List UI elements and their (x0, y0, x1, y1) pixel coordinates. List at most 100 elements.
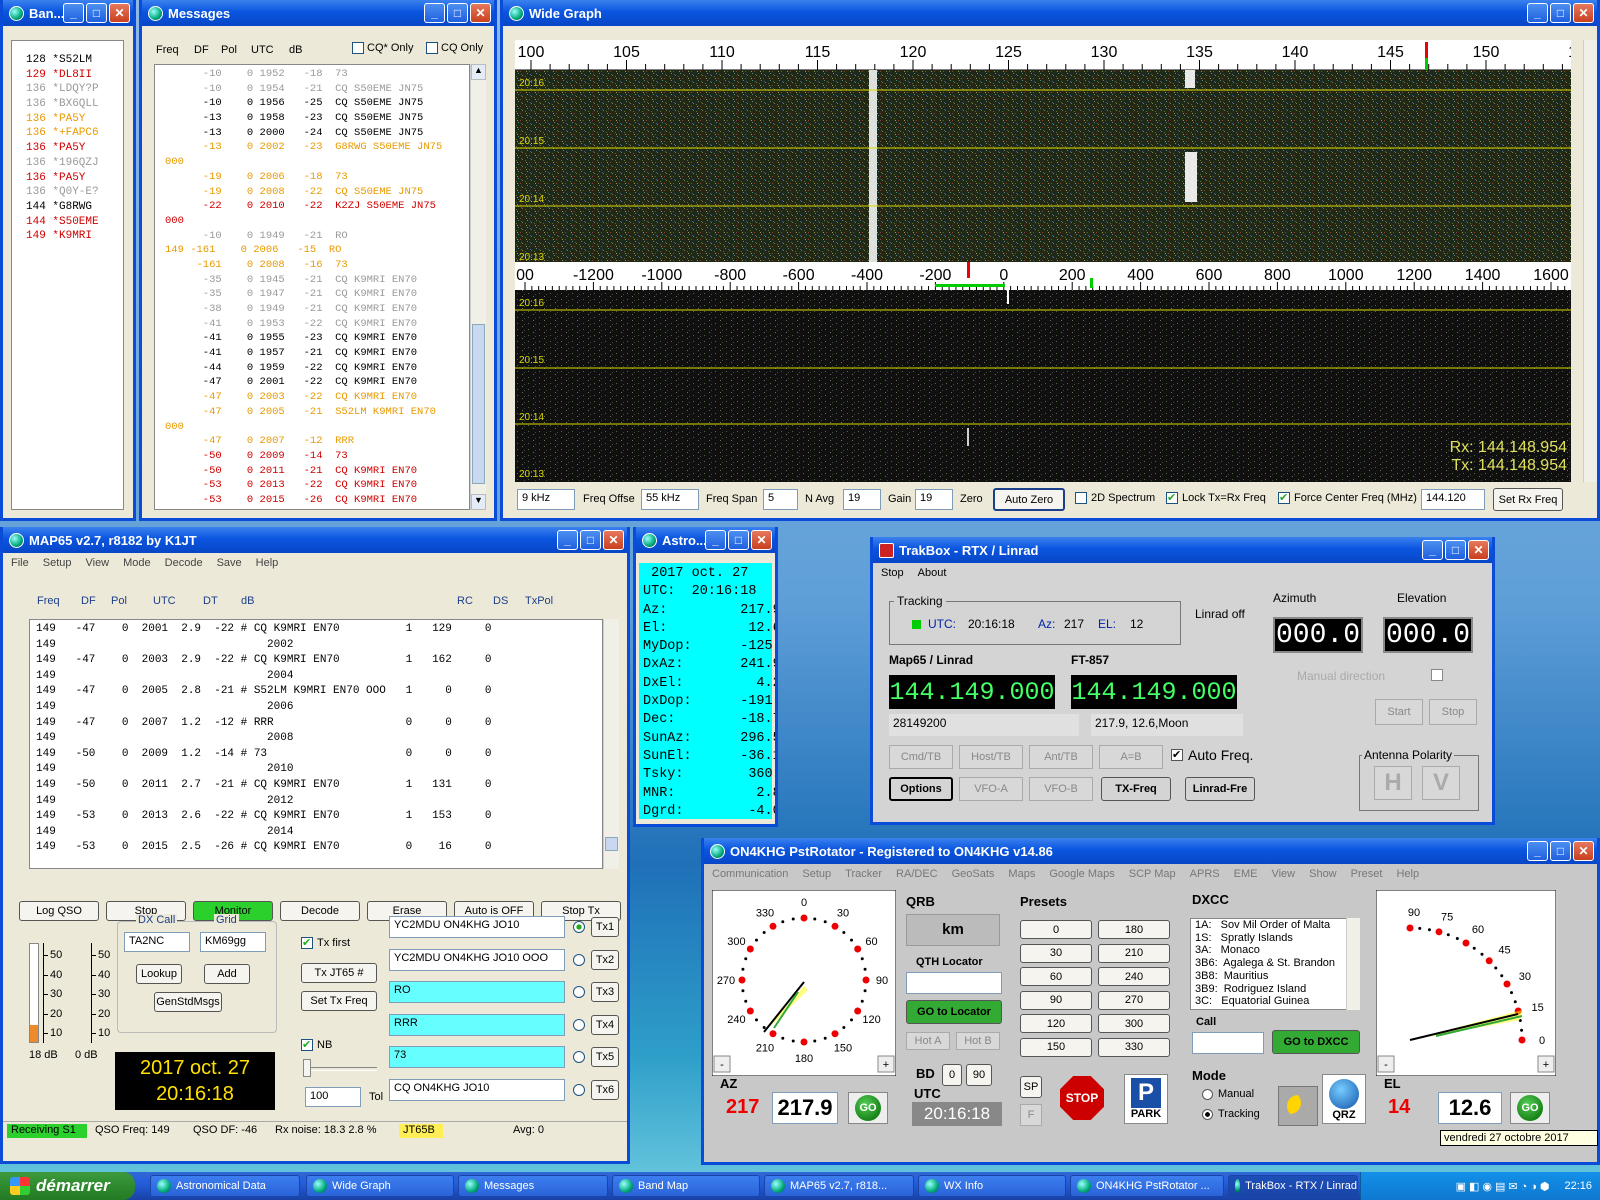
menu-item[interactable]: Communication (712, 868, 788, 880)
message-row[interactable]: -41 0 1955 -23 CQ K9MRI EN70 (165, 331, 469, 346)
menu-item[interactable]: RA/DEC (896, 868, 938, 880)
tx-radio[interactable] (573, 953, 585, 966)
tx-message-input[interactable]: YC2MDU ON4KHG JO10 OOO (389, 948, 565, 971)
menu-item[interactable]: View (1271, 868, 1295, 880)
message-row[interactable]: 149 -161 0 2006 -15 RO (165, 243, 469, 258)
bandmap-entry[interactable]: 149 *K9MRI (26, 229, 123, 244)
trak-hosttb-button[interactable]: Host/TB (959, 745, 1023, 769)
decode-row[interactable]: 149 -50 0 2009 1.2 -14 # 73 0 0 0 (36, 747, 602, 763)
set-tx-freq-button[interactable]: Set Tx Freq (301, 991, 377, 1011)
az-target-input[interactable]: 217.9 (772, 1092, 838, 1124)
linrad-fre-button[interactable]: Linrad-Fre (1185, 777, 1255, 801)
minimize-icon[interactable]: _ (1527, 841, 1548, 861)
options-button[interactable]: Options (889, 777, 953, 801)
qrz-button[interactable]: QRZ (1322, 1074, 1366, 1124)
navg-spinbox[interactable]: 5 (763, 489, 798, 510)
message-row[interactable]: -22 0 2010 -22 K2ZJ S50EME JN75 (165, 199, 469, 214)
menu-item-help[interactable]: Help (256, 557, 279, 569)
v-button[interactable]: V (1422, 766, 1460, 800)
tx-radio[interactable] (573, 1083, 585, 1096)
tx-message-input[interactable]: RRR (389, 1013, 565, 1036)
menu-item-save[interactable]: Save (217, 557, 242, 569)
message-row[interactable]: -47 0 2003 -22 CQ K9MRI EN70 (165, 390, 469, 405)
az-go-button[interactable]: GO (848, 1092, 888, 1124)
menu-item[interactable]: Maps (1008, 868, 1035, 880)
taskbar-item[interactable]: Messages (458, 1175, 608, 1197)
preset-button[interactable]: 180 (1098, 920, 1170, 939)
dxcc-item[interactable]: 3A: Monaco (1195, 944, 1359, 957)
decode-row[interactable]: 149 2004 (36, 669, 602, 685)
dxcc-item[interactable]: 3B6: Agalega & St. Brandon (1195, 957, 1359, 970)
menu-item-about[interactable]: About (918, 567, 947, 579)
qth-locator-input[interactable] (906, 972, 1002, 994)
tx-button-5[interactable]: Tx5 (591, 1047, 619, 1067)
bd-90-button[interactable]: 90 (966, 1064, 992, 1086)
message-row[interactable]: -47 0 2005 -21 S52LM K9MRI EN70 (165, 405, 469, 420)
message-row[interactable]: -50 0 2011 -21 CQ K9MRI EN70 (165, 464, 469, 479)
menu-item-view[interactable]: View (85, 557, 109, 569)
minimize-icon[interactable]: _ (705, 530, 726, 550)
preset-button[interactable]: 330 (1098, 1037, 1170, 1057)
minimize-icon[interactable]: _ (1527, 3, 1548, 23)
message-row[interactable]: -53 0 2013 -22 CQ K9MRI EN70 (165, 478, 469, 493)
maximize-icon[interactable]: □ (580, 530, 601, 550)
decode-row[interactable]: 149 2008 (36, 731, 602, 747)
decode-row[interactable]: 149 -47 0 2003 2.9 -22 # CQ K9MRI EN70 1… (36, 653, 602, 669)
gain-spinbox[interactable]: 19 (843, 489, 881, 510)
gen-std-msgs-button[interactable]: GenStdMsgs (154, 992, 222, 1012)
taskbar-clock[interactable]: 22:16 (1564, 1180, 1592, 1192)
vfo-b-button[interactable]: VFO-B (1029, 777, 1093, 801)
dxcc-call-input[interactable] (1192, 1032, 1264, 1054)
menu-item-stop[interactable]: Stop (881, 567, 904, 579)
bandmap-entry[interactable]: 144 *S50EME (26, 215, 123, 230)
dxcc-item[interactable]: 1A: Sov Mil Order of Malta (1195, 919, 1359, 932)
bandmap-entry[interactable]: 136 *PA5Y (26, 171, 123, 186)
bandmap-entry[interactable]: 136 *PA5Y (26, 141, 123, 156)
tx-button-6[interactable]: Tx6 (591, 1079, 619, 1100)
trak-ab-button[interactable]: A=B (1099, 745, 1163, 769)
close-icon[interactable]: ✕ (109, 3, 130, 23)
tx-radio[interactable] (573, 1051, 585, 1063)
taskbar-item[interactable]: Band Map (612, 1175, 760, 1197)
bandmap-entry[interactable]: 144 *G8RWG (26, 200, 123, 215)
hot-a-button[interactable]: Hot A (906, 1032, 950, 1050)
tx-radio[interactable] (573, 921, 585, 933)
2d-spectrum-checkbox[interactable]: 2D Spectrum (1075, 492, 1155, 504)
minimize-icon[interactable]: _ (424, 3, 445, 23)
tol-spinbox[interactable]: 100 (305, 1087, 361, 1107)
decode-scrollbar[interactable] (603, 619, 619, 869)
elevation-dial[interactable]: 90 75 60 45 30 15 0 - + (1376, 890, 1556, 1076)
menu-item[interactable]: Tracker (845, 868, 882, 880)
bins-spinbox[interactable]: 9 kHz (517, 489, 575, 510)
go-to-locator-button[interactable]: GO to Locator (906, 1000, 1002, 1024)
close-icon[interactable]: ✕ (603, 530, 624, 550)
messages-scrollbar[interactable]: ▲ ▼ (470, 64, 486, 510)
bandmap-entry[interactable]: 136 *BX6QLL (26, 97, 123, 112)
manual-radio[interactable]: Manual (1202, 1088, 1254, 1100)
vfo-a-button[interactable]: VFO-A (959, 777, 1023, 801)
bd-0-button[interactable]: 0 (942, 1064, 962, 1086)
menu-item[interactable]: Show (1309, 868, 1337, 880)
widegraph-titlebar[interactable]: Wide Graph _ □ ✕ (503, 0, 1597, 26)
taskbar-item[interactable]: Wide Graph (306, 1175, 454, 1197)
decode-button[interactable]: Decode (280, 901, 360, 921)
decode-row[interactable]: 149 -47 0 2007 1.2 -12 # RRR 0 0 0 (36, 716, 602, 732)
nb-checkbox[interactable]: ✔ NB (301, 1039, 332, 1051)
decode-row[interactable]: 149 2006 (36, 700, 602, 716)
dxcc-item[interactable]: 1S: Spratly Islands (1195, 932, 1359, 945)
menu-item[interactable]: APRS (1190, 868, 1220, 880)
dxcc-item[interactable]: 3B8: Mauritius (1195, 970, 1359, 983)
message-row[interactable]: -19 0 2006 -18 73 (165, 170, 469, 185)
preset-button[interactable]: 30 (1020, 943, 1092, 963)
bandmap-entry[interactable]: 129 *DL8II (26, 68, 123, 83)
decode-row[interactable]: 149 -50 0 2011 2.7 -21 # CQ K9MRI EN70 1… (36, 778, 602, 794)
menu-item[interactable]: Preset (1351, 868, 1383, 880)
tx-radio[interactable] (573, 986, 585, 998)
tx-button-2[interactable]: Tx2 (591, 949, 619, 970)
manual-direction-checkbox[interactable] (1431, 669, 1443, 681)
dxcc-item[interactable]: 3B9: Rodriguez Island (1195, 983, 1359, 996)
preset-button[interactable]: 150 (1020, 1037, 1092, 1057)
close-icon[interactable]: ✕ (1573, 3, 1594, 23)
el-go-button[interactable]: GO (1510, 1092, 1550, 1124)
park-button[interactable]: P PARK (1124, 1074, 1168, 1124)
